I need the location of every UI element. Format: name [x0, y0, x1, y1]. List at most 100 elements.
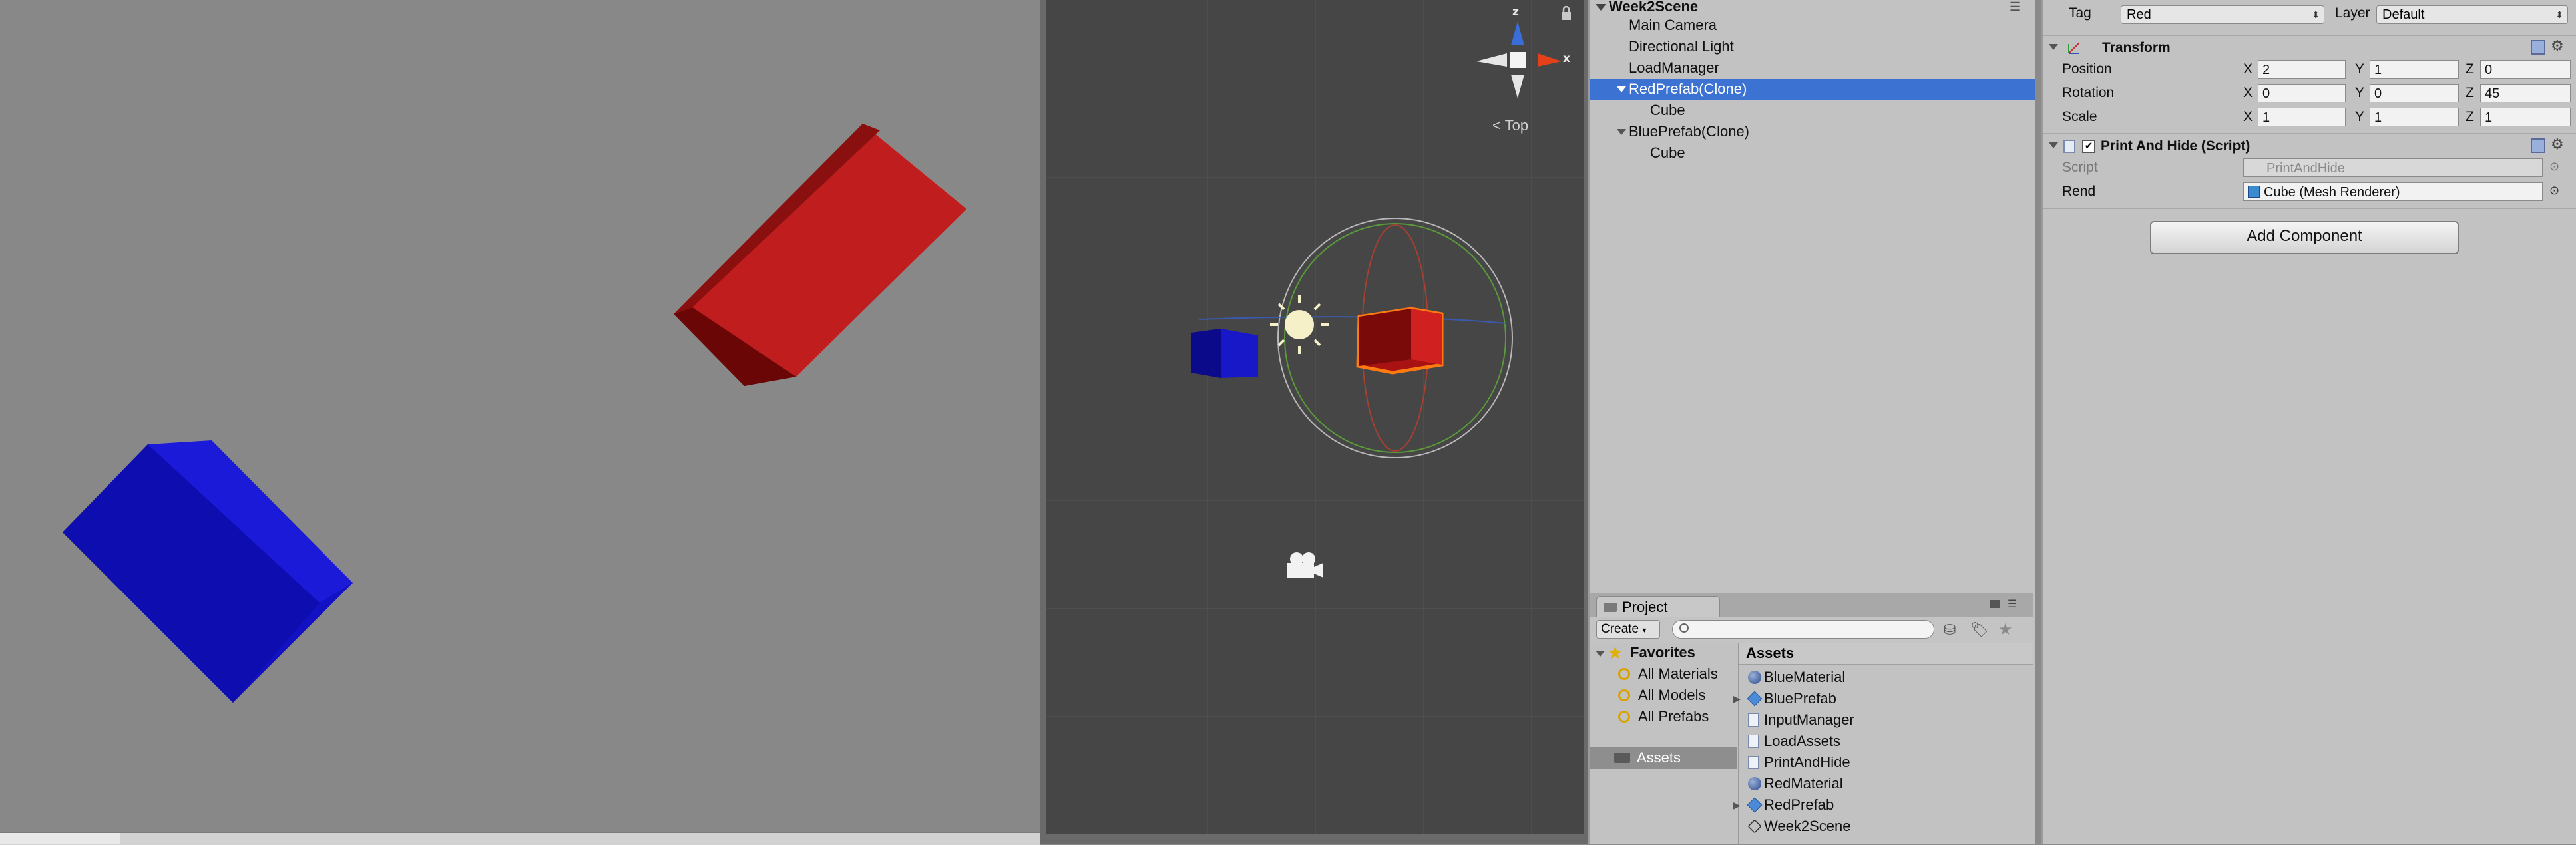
game-view[interactable]: [0, 0, 1040, 832]
expand-triangle-icon[interactable]: [1617, 129, 1626, 135]
assets-folder-row[interactable]: Assets: [1590, 747, 1737, 769]
rend-field[interactable]: Cube (Mesh Renderer): [2243, 182, 2543, 201]
asset-item-label: LoadAssets: [1764, 733, 1840, 749]
scene-gizmo[interactable]: [1476, 21, 1562, 98]
folder-icon: [1614, 753, 1630, 763]
favorites-item-label: All Prefabs: [1638, 708, 1709, 725]
gizmo-x-label: x: [1563, 52, 1570, 65]
position-label: Position: [2062, 61, 2112, 77]
rotation-label: Rotation: [2062, 85, 2115, 100]
hierarchy-item-cube[interactable]: Cube: [1590, 142, 2035, 164]
help-icon[interactable]: [2531, 40, 2545, 55]
position-x-field[interactable]: 2: [2258, 60, 2346, 79]
hierarchy-item-main-camera[interactable]: Main Camera: [1590, 15, 2035, 36]
asset-item-printandhide[interactable]: PrintAndHide: [1748, 753, 1850, 772]
create-dropdown-button[interactable]: Create ▾: [1596, 620, 1660, 639]
script-component-header[interactable]: ✔ Print And Hide (Script) ⚙: [2043, 133, 2576, 158]
expand-triangle-icon[interactable]: [1596, 4, 1606, 11]
search-filter-icon: [1618, 668, 1630, 680]
asset-item-week2scene[interactable]: Week2Scene: [1747, 816, 1851, 836]
view-orientation-label[interactable]: < Top: [1492, 117, 1528, 134]
gear-icon[interactable]: ⚙: [2551, 37, 2564, 55]
asset-item-loadassets[interactable]: LoadAssets: [1748, 731, 1840, 751]
hierarchy-item-directional-light[interactable]: Directional Light: [1590, 36, 2035, 57]
hierarchy-item-blueprefab-clone[interactable]: BluePrefab(Clone): [1590, 121, 2035, 142]
tag-dropdown[interactable]: Red ⬍: [2121, 5, 2324, 24]
favorites-label[interactable]: Favorites: [1630, 643, 1695, 663]
transform-header[interactable]: Transform ⚙: [2043, 35, 2576, 60]
dropdown-arrow-icon: ⬍: [2312, 9, 2320, 20]
script-label: Script: [2062, 160, 2098, 175]
favorites-all-materials[interactable]: All Materials: [1618, 664, 1718, 684]
asset-item-label: InputManager: [1764, 711, 1854, 728]
mesh-renderer-icon: [2248, 186, 2260, 198]
hierarchy-item-loadmanager[interactable]: LoadManager: [1590, 57, 2035, 79]
expand-arrow-icon[interactable]: ▶: [1733, 795, 1741, 815]
favorites-all-models[interactable]: All Models: [1618, 685, 1705, 705]
favorites-star-icon: ★: [1608, 643, 1623, 663]
search-input[interactable]: [1672, 620, 1934, 639]
lock-icon[interactable]: [1562, 5, 1571, 20]
game-view-status-bar: [0, 832, 1040, 845]
asset-item-redmaterial[interactable]: RedMaterial: [1748, 774, 1843, 794]
view-orientation-arrow: <: [1492, 117, 1501, 134]
asset-item-label: BluePrefab: [1764, 690, 1836, 707]
blue-cube: [63, 440, 353, 703]
filter-type-icon[interactable]: ⛁: [1944, 621, 1956, 639]
inspector-panel: Tag Red ⬍ Layer Default ⬍ Transform ⚙ Po…: [2041, 0, 2576, 844]
script-component-title: Print And Hide (Script): [2101, 138, 2251, 154]
tag-value: Red: [2127, 7, 2151, 22]
rotation-y-field[interactable]: 0: [2370, 84, 2459, 102]
camera-icon[interactable]: [1287, 552, 1323, 578]
axis-y-label: Y: [2355, 109, 2365, 124]
favorites-item-label: All Materials: [1638, 665, 1718, 682]
script-file-icon: [2063, 140, 2075, 153]
create-label: Create: [1601, 622, 1639, 636]
panel-menu-icon[interactable]: ☰: [2008, 597, 2017, 611]
gear-icon[interactable]: ⚙: [2551, 136, 2564, 153]
hierarchy-item-redprefab-clone[interactable]: RedPrefab(Clone): [1590, 79, 2035, 100]
search-icon: [1679, 623, 1689, 633]
collapse-triangle-icon[interactable]: [2049, 142, 2058, 148]
script-icon: [1748, 756, 1759, 769]
scale-y-field[interactable]: 1: [2370, 108, 2459, 126]
assets-header-label: Assets: [1746, 645, 1795, 661]
layer-dropdown[interactable]: Default ⬍: [2376, 5, 2568, 24]
object-picker-icon[interactable]: ⊙: [2549, 184, 2559, 198]
filter-label-icon[interactable]: 🏷: [1970, 621, 1989, 639]
scale-z-field[interactable]: 1: [2480, 108, 2571, 126]
project-favorites-panel: ★ Favorites All Materials All Models All…: [1590, 643, 1739, 844]
scale-x-field[interactable]: 1: [2258, 108, 2346, 126]
collapse-triangle-icon[interactable]: [2049, 44, 2058, 50]
hierarchy-item-label: RedPrefab(Clone): [1629, 81, 1747, 97]
asset-item-label: Week2Scene: [1764, 818, 1851, 834]
tab-project[interactable]: Project: [1596, 596, 1720, 618]
position-z-field[interactable]: 0: [2480, 60, 2571, 79]
help-icon[interactable]: [2531, 138, 2545, 153]
asset-item-inputmanager[interactable]: InputManager: [1748, 710, 1854, 730]
lock-icon[interactable]: [1990, 600, 2000, 608]
asset-item-bluematerial[interactable]: BlueMaterial: [1748, 667, 1845, 687]
hierarchy-panel: Week2Scene ☰ Main Camera Directional Lig…: [1588, 0, 2035, 593]
favorites-all-prefabs[interactable]: All Prefabs: [1618, 707, 1709, 727]
rotation-z-field[interactable]: 45: [2480, 84, 2571, 102]
material-icon: [1748, 777, 1761, 790]
rotation-x-field[interactable]: 0: [2258, 84, 2346, 102]
expand-triangle-icon[interactable]: [1617, 86, 1626, 92]
asset-item-blueprefab[interactable]: ▶ BluePrefab: [1733, 689, 1836, 709]
add-component-button[interactable]: Add Component: [2150, 221, 2459, 254]
object-picker-icon[interactable]: ⊙: [2549, 160, 2559, 174]
red-cube: [674, 124, 966, 386]
blue-cube-scene[interactable]: [1191, 329, 1258, 378]
asset-item-redprefab[interactable]: ▶ RedPrefab: [1733, 795, 1834, 815]
hierarchy-item-cube[interactable]: Cube: [1590, 100, 2035, 121]
position-y-field[interactable]: 1: [2370, 60, 2459, 79]
axis-y-label: Y: [2355, 61, 2365, 77]
red-cube-scene[interactable]: [1356, 307, 1444, 375]
expand-arrow-icon[interactable]: ▶: [1733, 689, 1741, 709]
status-bar-tab[interactable]: [0, 833, 120, 844]
hierarchy-item-label: Cube: [1650, 102, 1685, 118]
favorite-star-icon[interactable]: ★: [1998, 620, 2013, 639]
checkbox-checked-icon[interactable]: ✔: [2082, 140, 2095, 153]
expand-triangle-icon[interactable]: [1596, 651, 1605, 657]
